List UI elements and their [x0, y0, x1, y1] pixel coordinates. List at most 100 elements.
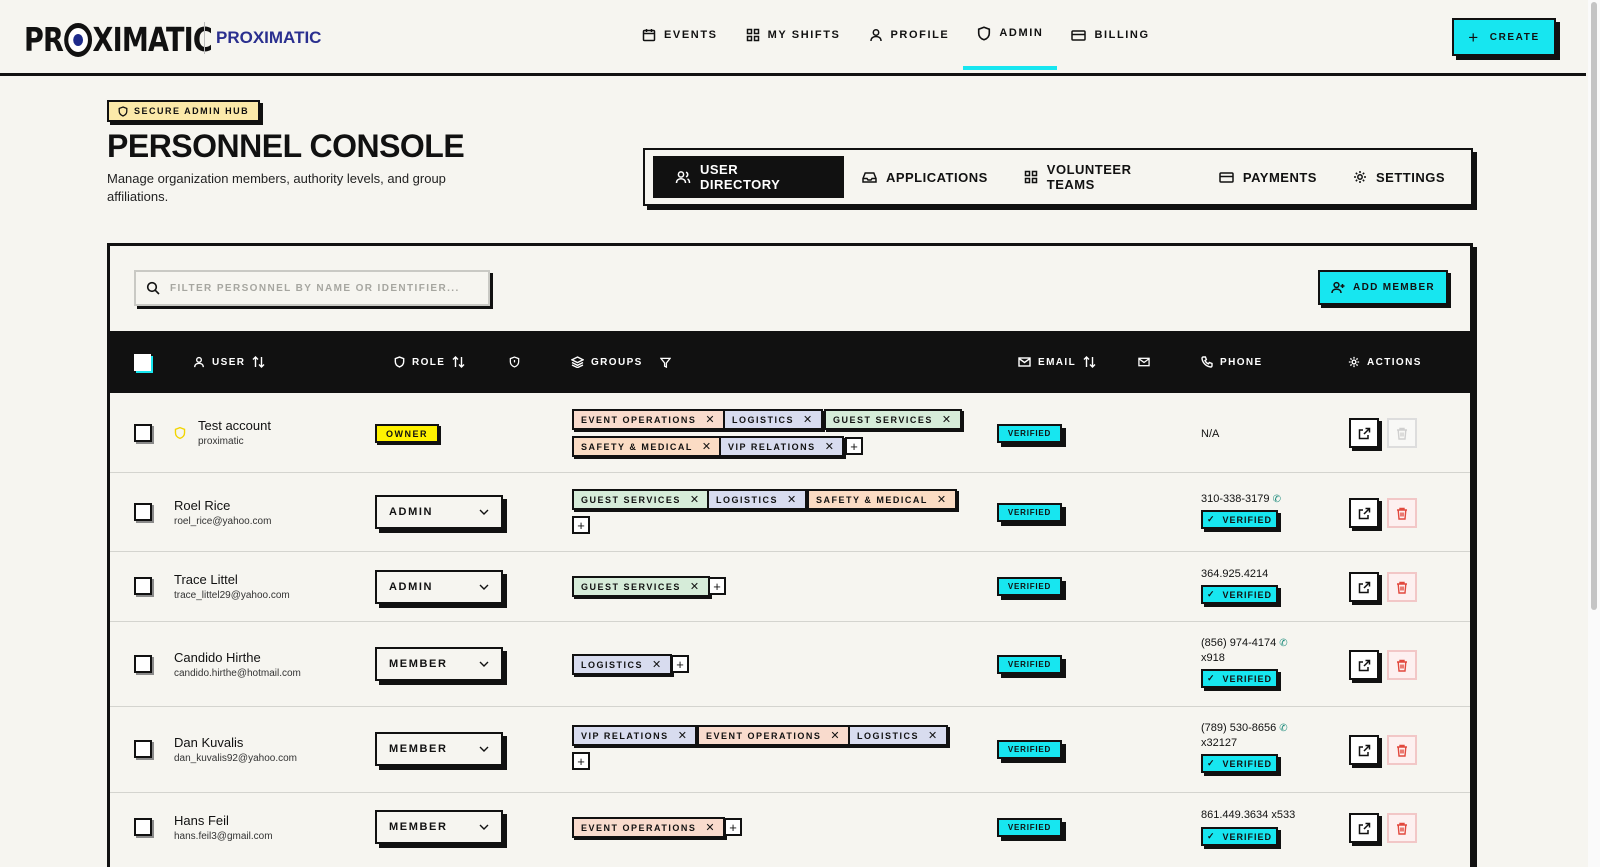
scrollbar-thumb[interactable] — [1591, 2, 1597, 610]
row-checkbox[interactable] — [134, 818, 152, 836]
sort-icon[interactable] — [252, 356, 265, 368]
search-box[interactable] — [134, 270, 490, 306]
trash-icon — [1397, 507, 1407, 520]
remove-tag-icon[interactable]: ✕ — [690, 580, 701, 593]
remove-tag-icon[interactable]: ✕ — [830, 729, 841, 742]
user-name[interactable]: Roel Rice — [174, 498, 230, 513]
open-profile-button[interactable] — [1349, 498, 1379, 528]
external-link-icon — [1358, 744, 1370, 756]
phone-call-icon[interactable]: ✆ — [1273, 494, 1281, 505]
delete-button[interactable] — [1387, 498, 1417, 528]
nav-profile[interactable]: PROFILE — [855, 0, 964, 70]
user-name[interactable]: Test account — [198, 418, 271, 433]
tab-applications[interactable]: APPLICATIONS — [844, 156, 1006, 198]
column-email[interactable]: EMAIL — [1018, 331, 1096, 393]
open-profile-button[interactable] — [1349, 813, 1379, 843]
row-checkbox[interactable] — [134, 424, 152, 442]
add-group-button[interactable]: + — [724, 818, 742, 836]
remove-tag-icon[interactable]: ✕ — [928, 729, 939, 742]
plus-icon: + — [1468, 27, 1480, 47]
user-icon — [193, 356, 205, 368]
phone-call-icon[interactable]: ✆ — [1279, 638, 1287, 649]
role-select[interactable]: ADMIN — [375, 570, 503, 604]
role-select[interactable]: MEMBER — [375, 732, 503, 766]
open-profile-button[interactable] — [1349, 735, 1379, 765]
role-select[interactable]: ADMIN — [375, 495, 503, 529]
delete-button[interactable] — [1387, 813, 1417, 843]
remove-tag-icon[interactable]: ✕ — [705, 413, 716, 426]
top-navigation-bar: PR XIMATIC PROXIMATIC EVENTS MY SHIFTS PR… — [0, 0, 1586, 76]
delete-button[interactable] — [1387, 650, 1417, 680]
external-link-icon — [1358, 822, 1370, 834]
add-group-button[interactable]: + — [708, 577, 726, 595]
column-groups[interactable]: GROUPS — [571, 331, 643, 393]
sort-icon[interactable] — [452, 356, 465, 368]
table-row: Candido Hirthe candido.hirthe@hotmail.co… — [110, 622, 1470, 707]
group-tag: SAFETY & MEDICAL ✕ — [572, 436, 722, 457]
remove-tag-icon[interactable]: ✕ — [690, 493, 701, 506]
column-role[interactable]: ROLE — [394, 331, 465, 393]
user-name[interactable]: Trace Littel — [174, 572, 238, 587]
tab-user-directory[interactable]: USER DIRECTORY — [653, 156, 844, 198]
chevron-down-icon — [479, 661, 489, 667]
tab-volunteer-teams[interactable]: VOLUNTEER TEAMS — [1006, 156, 1201, 198]
row-checkbox[interactable] — [134, 655, 152, 673]
remove-tag-icon[interactable]: ✕ — [942, 413, 953, 426]
delete-button[interactable] — [1387, 735, 1417, 765]
remove-tag-icon[interactable]: ✕ — [937, 493, 948, 506]
check-icon: ✓ — [1206, 589, 1216, 599]
open-profile-button[interactable] — [1349, 650, 1379, 680]
user-name[interactable]: Hans Feil — [174, 813, 229, 828]
open-profile-button[interactable] — [1349, 418, 1379, 448]
role-info[interactable] — [509, 331, 520, 393]
search-input[interactable] — [170, 282, 470, 294]
nav-billing[interactable]: BILLING — [1057, 0, 1163, 70]
proximatic-logo[interactable]: PR XIMATIC — [24, 20, 213, 59]
user-email: trace_littel29@yahoo.com — [174, 590, 290, 601]
add-group-button[interactable]: + — [572, 752, 590, 770]
column-user[interactable]: USER — [193, 331, 265, 393]
delete-button[interactable] — [1387, 572, 1417, 602]
remove-tag-icon[interactable]: ✕ — [678, 729, 689, 742]
add-member-button[interactable]: ADD MEMBER — [1318, 270, 1448, 305]
nav-events[interactable]: EVENTS — [628, 0, 732, 70]
sort-icon[interactable] — [1083, 356, 1096, 368]
remove-tag-icon[interactable]: ✕ — [652, 658, 663, 671]
phone-call-icon[interactable]: ✆ — [1279, 723, 1287, 734]
page-scrollbar[interactable] — [1588, 0, 1600, 867]
remove-tag-icon[interactable]: ✕ — [705, 821, 716, 834]
nav-my-shifts[interactable]: MY SHIFTS — [732, 0, 855, 70]
column-phone[interactable]: PHONE — [1201, 331, 1263, 393]
row-checkbox[interactable] — [134, 503, 152, 521]
tab-settings[interactable]: SETTINGS — [1335, 156, 1463, 198]
remove-tag-icon[interactable]: ✕ — [825, 440, 836, 453]
gear-icon — [1348, 356, 1360, 368]
user-name[interactable]: Dan Kuvalis — [174, 735, 243, 750]
remove-tag-icon[interactable]: ✕ — [702, 440, 713, 453]
remove-tag-icon[interactable]: ✕ — [787, 493, 798, 506]
external-link-icon — [1358, 659, 1370, 671]
open-profile-button[interactable] — [1349, 572, 1379, 602]
group-tag-label: VIP RELATIONS — [728, 441, 816, 452]
add-group-button[interactable]: + — [845, 437, 863, 455]
row-checkbox[interactable] — [134, 740, 152, 758]
create-button[interactable]: + CREATE — [1452, 18, 1556, 56]
phone-verified-label: VERIFIED — [1222, 831, 1273, 842]
role-select[interactable]: MEMBER — [375, 810, 503, 844]
user-email: dan_kuvalis92@yahoo.com — [174, 753, 298, 764]
phone-verified-label: VERIFIED — [1222, 673, 1273, 684]
select-all-checkbox[interactable] — [134, 354, 151, 371]
row-checkbox[interactable] — [134, 577, 152, 595]
groups-filter[interactable] — [660, 331, 671, 393]
user-name[interactable]: Candido Hirthe — [174, 650, 261, 665]
remove-tag-icon[interactable]: ✕ — [803, 413, 814, 426]
add-group-button[interactable]: + — [572, 516, 590, 534]
tab-payments[interactable]: PAYMENTS — [1201, 156, 1335, 198]
nav-admin[interactable]: ADMIN — [963, 0, 1058, 70]
search-icon — [146, 281, 160, 295]
email-verify-filter[interactable] — [1138, 331, 1150, 393]
inbox-icon — [862, 171, 877, 184]
phone-number: N/A — [1201, 428, 1220, 440]
add-group-button[interactable]: + — [671, 655, 689, 673]
role-select[interactable]: MEMBER — [375, 647, 503, 681]
